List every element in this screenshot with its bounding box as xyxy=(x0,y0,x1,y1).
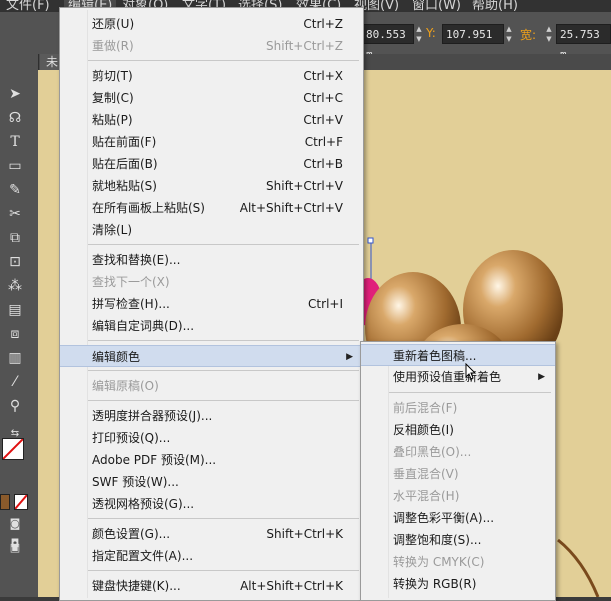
menu-separator xyxy=(88,244,359,245)
menu-item-paste[interactable]: 粘贴(P) Ctrl+V xyxy=(60,109,363,131)
menu-item-pdf-presets[interactable]: Adobe PDF 预设(M)... xyxy=(60,449,363,471)
menu-item-paste-all-artboards[interactable]: 在所有画板上粘贴(S) Alt+Shift+Ctrl+V xyxy=(60,197,363,219)
type-tool-icon[interactable]: T xyxy=(4,132,26,152)
menu-window[interactable]: 窗口(W) xyxy=(412,0,461,12)
w-spinner[interactable]: ▲ ▼ xyxy=(544,24,554,44)
menu-file[interactable]: 文件(F) xyxy=(6,0,50,12)
menu-separator xyxy=(88,370,359,371)
menu-item-edit-dictionary[interactable]: 编辑自定词典(D)... xyxy=(60,315,363,337)
menu-item-clear[interactable]: 清除(L) xyxy=(60,219,363,241)
scissors-tool-icon[interactable]: ✂ xyxy=(4,204,26,224)
menu-help[interactable]: 帮助(H) xyxy=(472,0,518,12)
x-field[interactable]: 80.553 m xyxy=(362,24,414,61)
menu-item-swf-presets[interactable]: SWF 预设(W)... xyxy=(60,471,363,493)
pencil-tool-icon[interactable]: ✎ xyxy=(4,180,26,200)
menu-item-recolor-preset[interactable]: 使用预设值重新着色 ▶ xyxy=(361,366,555,388)
menu-item-redo[interactable]: 重做(R) Shift+Ctrl+Z xyxy=(60,35,363,57)
menu-separator xyxy=(88,518,359,519)
tools-panel: ➤ ☊ T ▭ ✎ ✂ ⧉ ⊡ ⁂ ▤ ⧈ ▥ ⁄ ⚲ ⇆ ◙ ◘ ▣ xyxy=(0,54,39,597)
menu-item-convert-rgb[interactable]: 转换为 RGB(R) xyxy=(361,573,555,595)
menu-item-blend-front-back[interactable]: 前后混合(F) xyxy=(361,397,555,419)
menu-item-flattener-presets[interactable]: 透明度拼合器预设(J)... xyxy=(60,405,363,427)
edit-menu: 还原(U) Ctrl+Z 重做(R) Shift+Ctrl+Z 剪切(T) Ctrl+… xyxy=(59,7,364,601)
menu-item-print-presets[interactable]: 打印预设(Q)... xyxy=(60,427,363,449)
menu-item-color-settings[interactable]: 颜色设置(G)... Shift+Ctrl+K xyxy=(60,523,363,545)
submenu-arrow-icon: ▶ xyxy=(538,372,545,382)
free-transform-tool-icon[interactable]: ⊡ xyxy=(4,252,26,272)
menu-item-saturate[interactable]: 调整饱和度(S)... xyxy=(361,529,555,551)
menu-separator xyxy=(88,570,359,571)
w-label: 宽: xyxy=(520,28,537,42)
menu-separator xyxy=(88,340,359,341)
none-mode-button[interactable] xyxy=(14,494,28,510)
eyedropper-tool-icon[interactable]: ⁄ xyxy=(4,372,26,392)
x-spinner[interactable]: ▲ ▼ xyxy=(414,24,424,44)
menu-item-edit-original[interactable]: 编辑原稿(O) xyxy=(60,375,363,397)
rectangle-tool-icon[interactable]: ▭ xyxy=(4,156,26,176)
shape-builder-tool-icon[interactable]: ⧈ xyxy=(4,324,26,344)
menu-item-keyboard-shortcuts[interactable]: 键盘快捷键(K)... Alt+Shift+Ctrl+K xyxy=(60,575,363,597)
menu-item-overprint-black[interactable]: 叠印黑色(O)... xyxy=(361,441,555,463)
menu-item-assign-profile[interactable]: 指定配置文件(A)... xyxy=(60,545,363,567)
menu-item-cut[interactable]: 剪切(T) Ctrl+X xyxy=(60,65,363,87)
y-label: Y: xyxy=(426,26,436,40)
menu-item-blend-horizontally[interactable]: 水平混合(H) xyxy=(361,485,555,507)
menu-item-invert-colors[interactable]: 反相颜色(I) xyxy=(361,419,555,441)
menu-item-recolor-artwork[interactable]: 重新着色图稿... xyxy=(361,344,555,366)
y-spinner[interactable]: ▲ ▼ xyxy=(504,24,514,44)
draw-mode-icon[interactable]: ◙ ◘ xyxy=(4,514,26,550)
menu-item-adjust-color-balance[interactable]: 调整色彩平衡(A)... xyxy=(361,507,555,529)
menu-item-undo[interactable]: 还原(U) Ctrl+Z xyxy=(60,13,363,35)
symbol-sprayer-tool-icon[interactable]: ⁂ xyxy=(4,276,26,296)
menu-item-paste-in-back[interactable]: 贴在后面(B) Ctrl+B xyxy=(60,153,363,175)
menu-item-blend-vertically[interactable]: 垂直混合(V) xyxy=(361,463,555,485)
menu-item-find-next[interactable]: 查找下一个(X) xyxy=(60,271,363,293)
menu-item-convert-cmyk[interactable]: 转换为 CMYK(C) xyxy=(361,551,555,573)
menu-separator xyxy=(389,392,551,393)
w-field[interactable]: 25.753 m xyxy=(556,24,611,61)
menu-item-paste-in-front[interactable]: 贴在前面(F) Ctrl+F xyxy=(60,131,363,153)
none-color-icon xyxy=(2,438,24,460)
fill-color-swatch[interactable] xyxy=(2,438,24,460)
column-graph-tool-icon[interactable]: ▥ xyxy=(4,348,26,368)
screen-mode-icon[interactable]: ▣ xyxy=(4,538,26,558)
menu-item-paste-in-place[interactable]: 就地粘贴(S) Shift+Ctrl+V xyxy=(60,175,363,197)
menu-item-edit-colors[interactable]: 编辑颜色 ▶ xyxy=(60,345,363,367)
edit-colors-submenu: 重新着色图稿... 使用预设值重新着色 ▶ 前后混合(F) 反相颜色(I) 叠印黑… xyxy=(360,341,556,601)
menu-item-find-replace[interactable]: 查找和替换(E)... xyxy=(60,249,363,271)
submenu-arrow-icon: ▶ xyxy=(346,352,353,362)
menu-separator xyxy=(88,60,359,61)
zoom-tool-icon[interactable]: ⚲ xyxy=(4,396,26,416)
scale-tool-icon[interactable]: ⧉ xyxy=(4,228,26,248)
color-mode-button[interactable] xyxy=(0,494,10,510)
menu-separator xyxy=(88,400,359,401)
y-field[interactable]: 107.951 xyxy=(442,24,504,44)
mouse-cursor-icon xyxy=(465,363,477,380)
menu-item-copy[interactable]: 复制(C) Ctrl+C xyxy=(60,87,363,109)
menu-item-check-spelling[interactable]: 拼写检查(H)... Ctrl+I xyxy=(60,293,363,315)
lasso-tool-icon[interactable]: ☊ xyxy=(4,108,26,128)
gradient-tool-icon[interactable]: ▤ xyxy=(4,300,26,320)
menu-item-perspective-presets[interactable]: 透视网格预设(G)... xyxy=(60,493,363,515)
selection-tool-icon[interactable]: ➤ xyxy=(4,84,26,104)
